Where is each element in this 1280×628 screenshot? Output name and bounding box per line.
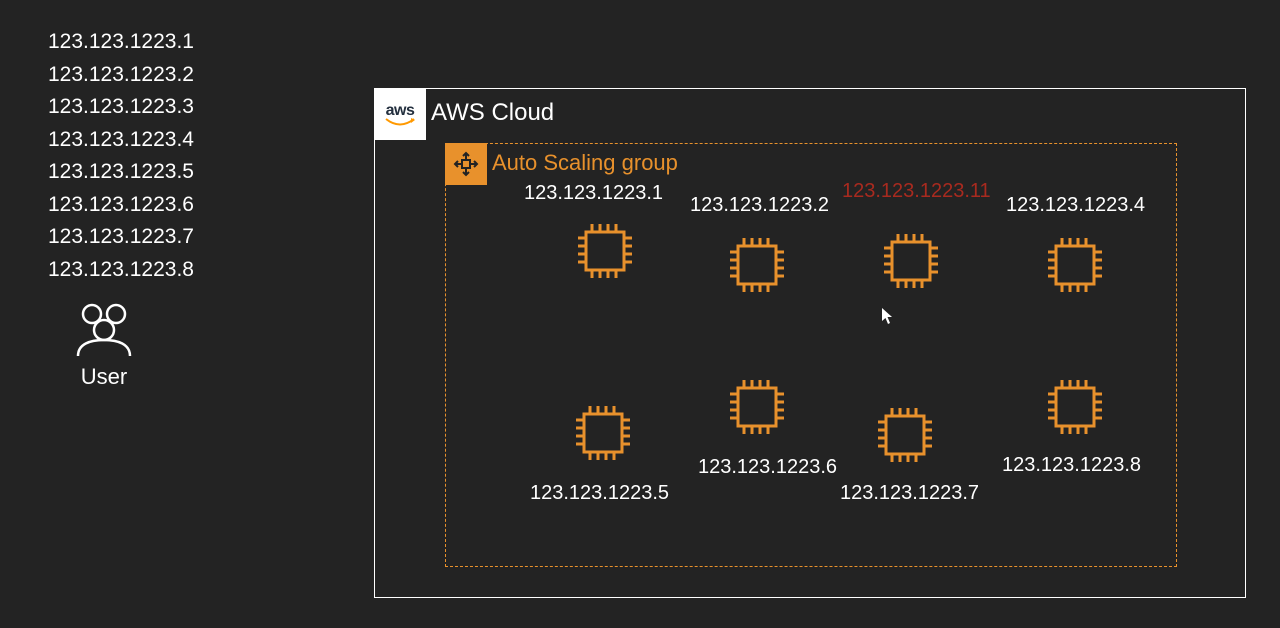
instance-label-7: 123.123.1223.7 — [840, 482, 979, 505]
ip-list-item: 123.123.1223.4 — [48, 124, 194, 157]
ec2-instance-icon — [878, 228, 944, 294]
instance-label-5: 123.123.1223.5 — [530, 482, 669, 505]
users-icon — [70, 300, 138, 358]
user-label: User — [70, 364, 138, 390]
ip-list-item: 123.123.1223.3 — [48, 91, 194, 124]
asg-title: Auto Scaling group — [492, 150, 678, 176]
ip-list-item: 123.123.1223.5 — [48, 156, 194, 189]
ec2-instance-icon — [1042, 232, 1108, 298]
aws-logo-badge: aws — [374, 88, 426, 140]
ec2-instance-icon — [570, 400, 636, 466]
auto-scaling-group: Auto Scaling group 123.123.1223.1 123.12… — [445, 143, 1177, 567]
instance-label-8: 123.123.1223.8 — [1002, 454, 1141, 477]
ip-list-item: 123.123.1223.2 — [48, 59, 194, 92]
user-block: User — [70, 300, 138, 390]
ec2-instance-icon — [724, 374, 790, 440]
aws-cloud-container: aws AWS Cloud — [374, 88, 1246, 598]
aws-smile-icon — [385, 118, 415, 126]
ip-list-item: 123.123.1223.7 — [48, 221, 194, 254]
instance-label-6: 123.123.1223.6 — [698, 456, 837, 479]
instance-label-4: 123.123.1223.4 — [1006, 194, 1145, 217]
ec2-instance-icon — [1042, 374, 1108, 440]
ip-list-item: 123.123.1223.1 — [48, 26, 194, 59]
aws-logo-text: aws — [386, 103, 415, 119]
ip-list-item: 123.123.1223.6 — [48, 189, 194, 222]
instance-label-2: 123.123.1223.2 — [690, 194, 829, 217]
aws-cloud-title: AWS Cloud — [431, 99, 554, 127]
ec2-instance-icon — [572, 218, 638, 284]
instance-label-3-failed: 123.123.1223.11 — [842, 180, 991, 203]
asg-badge-icon — [445, 143, 487, 185]
ec2-instance-icon — [872, 402, 938, 468]
ec2-instance-icon — [724, 232, 790, 298]
ip-list-item: 123.123.1223.8 — [48, 254, 194, 287]
ip-address-list: 123.123.1223.1 123.123.1223.2 123.123.12… — [48, 26, 194, 286]
instance-label-1: 123.123.1223.1 — [524, 182, 663, 205]
